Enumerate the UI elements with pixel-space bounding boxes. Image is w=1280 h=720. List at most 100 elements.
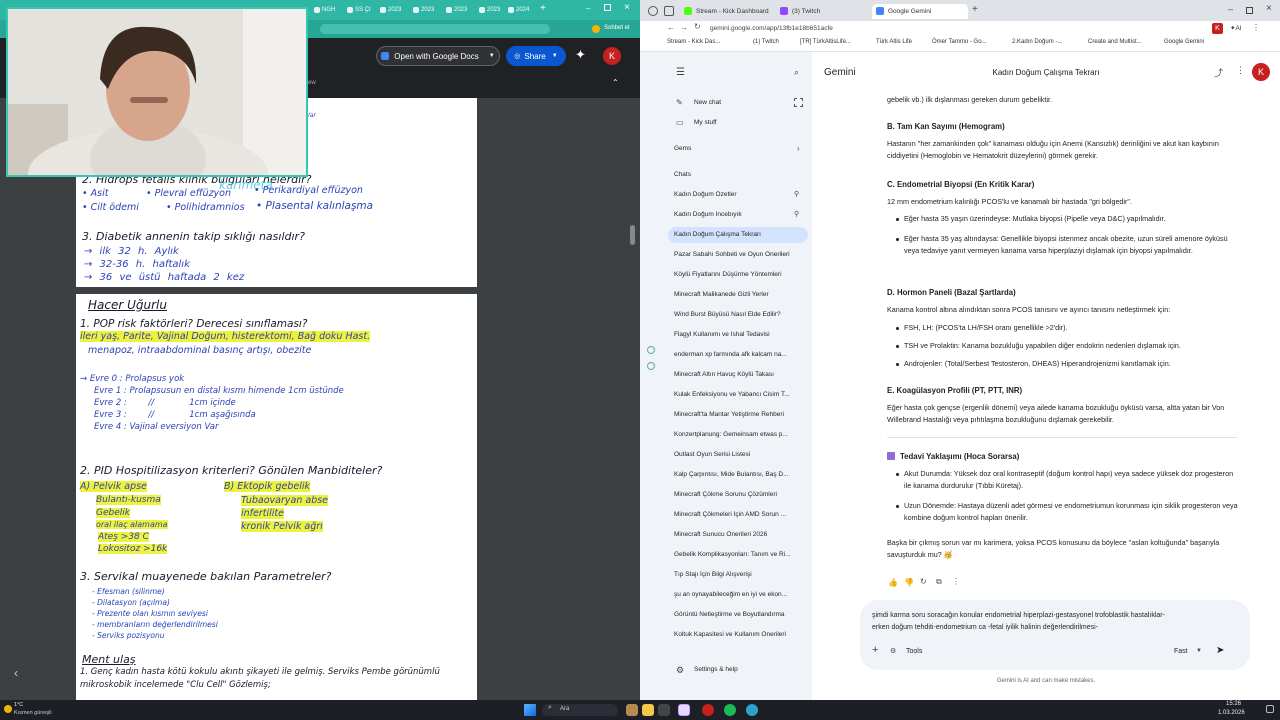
bookmark[interactable]: Google Gemini (1164, 39, 1204, 45)
taskbar-search[interactable] (542, 704, 618, 716)
chat-item[interactable]: Kulak Enfeksiyonu ve Yabancı Cisim T... (674, 391, 802, 398)
chat-item[interactable]: Minecraft'ta Mantar Yetiştirme Rehberi (674, 411, 802, 418)
new-chat-button[interactable]: New chat (694, 99, 824, 106)
my-stuff-link[interactable]: My stuff (694, 119, 824, 126)
spotify-icon[interactable] (724, 704, 736, 716)
weather-icon[interactable] (4, 705, 12, 713)
prompt-box[interactable]: şimdi karma soru soracağın konular endom… (860, 600, 1250, 670)
mode-chevron-icon[interactable]: ▼ (1196, 648, 1202, 654)
chat-icon[interactable] (592, 25, 600, 33)
tools-icon[interactable]: ⚙ (890, 647, 896, 655)
chat-item[interactable]: enderman xp farmında afk kalcam na... (674, 351, 802, 358)
profile-avatar[interactable]: K (1212, 23, 1223, 34)
left-tab-6[interactable]: 2023 (477, 3, 500, 18)
chat-item[interactable]: Minecraft Çökmeleri İçin AMD Sorun ... (674, 511, 802, 518)
maximize-icon[interactable] (604, 4, 611, 11)
chat-item[interactable]: Kalp Çarpıntısı, Mide Bulantısı, Baş D..… (674, 471, 802, 478)
maximize-icon[interactable] (1246, 7, 1253, 14)
left-tab-1[interactable]: NGH (312, 3, 335, 18)
send-icon[interactable]: ➤ (1216, 645, 1224, 656)
ai-button[interactable]: ✦AI (1230, 24, 1242, 32)
left-tab-5[interactable]: 2023 (444, 3, 467, 18)
chat-item[interactable]: Flagyl Kullanımı ve İshal Tedavisi (674, 331, 802, 338)
minimize-icon[interactable]: – (1228, 4, 1233, 14)
forward-icon[interactable]: → (680, 23, 688, 32)
close-icon[interactable]: × (624, 2, 630, 13)
chat-item[interactable]: Minecraft Çökme Sorunu Çözümleri (674, 491, 802, 498)
pin-icon[interactable]: ⚲ (794, 210, 799, 218)
collapse-chevron-icon[interactable]: ⌃ (612, 78, 619, 87)
avatar[interactable]: K (1252, 63, 1270, 81)
clock-time[interactable]: 15:26 (1226, 701, 1241, 707)
chat-item[interactable]: Kadın Doğum İncebıyık (674, 211, 792, 218)
settings-help-link[interactable]: Settings & help (694, 666, 824, 673)
gems-chevron-icon[interactable]: › (797, 144, 800, 153)
browser-profile-icon[interactable] (648, 6, 658, 16)
chat-item[interactable]: Konzertplanung: Gemeinsam etwas p... (674, 431, 802, 438)
start-icon[interactable] (524, 704, 536, 716)
left-tab-2[interactable]: SS ÇI (345, 3, 371, 18)
left-tab-7[interactable]: 2024 (506, 3, 529, 18)
reload-icon[interactable]: ↻ (694, 22, 701, 31)
url-field[interactable]: gemini.google.com/app/13fb1e18b651acfe (710, 25, 833, 32)
bookmark[interactable]: Ömer Tammo - Go... (932, 39, 987, 45)
chat-item[interactable]: Köylü Fiyatlarını Düşürme Yöntemleri (674, 271, 802, 278)
back-icon[interactable]: ← (667, 23, 675, 32)
copy-icon[interactable]: ⧉ (936, 577, 942, 587)
chat-item[interactable]: Gebelik Komplikasyonları: Tanım ve Ri... (674, 551, 802, 558)
tab-kick-dashboard[interactable]: Stream - Kick Dashboard (680, 4, 770, 19)
more-options-icon[interactable]: ⋮ (1236, 65, 1245, 76)
thumbs-down-icon[interactable]: 👎 (904, 578, 914, 587)
clock-date[interactable]: 1.03.2026 (1218, 710, 1245, 716)
chat-item[interactable]: Outlast Oyun Serisi Listesi (674, 451, 802, 458)
close-icon[interactable]: × (1266, 3, 1272, 14)
bookmark[interactable]: Create and Multist... (1088, 39, 1142, 45)
left-url-field[interactable] (320, 24, 550, 34)
widget-icon[interactable] (626, 704, 638, 716)
rail-history-icon[interactable] (647, 362, 655, 370)
left-tab-4[interactable]: 2023 (411, 3, 434, 18)
chat-item[interactable]: Kadın Doğum Özetler (674, 191, 792, 198)
app-icon[interactable] (658, 704, 670, 716)
mode-selector[interactable]: Fast (1174, 648, 1188, 655)
avatar[interactable]: K (603, 47, 621, 65)
menu-icon[interactable]: ☰ (676, 67, 685, 78)
pin-icon[interactable]: ⚲ (794, 190, 799, 198)
prev-page-icon[interactable]: ‹ (14, 666, 18, 680)
my-stuff-icon[interactable]: ▭ (676, 118, 684, 127)
more-icon[interactable]: ⋮ (952, 577, 960, 586)
chat-link[interactable]: Sohbet et (604, 25, 630, 31)
rail-add-icon[interactable] (647, 346, 655, 354)
prompt-input-line-2[interactable]: erken doğum tehditi-endometrium ca -feta… (872, 624, 1098, 631)
edge-icon[interactable] (746, 704, 758, 716)
tools-button[interactable]: Tools (906, 648, 922, 655)
open-with-docs-button[interactable]: Open with Google Docs ▼ (376, 46, 500, 66)
new-tab-icon[interactable]: + (972, 4, 978, 15)
thumbs-up-icon[interactable]: 👍 (888, 578, 898, 587)
add-attachment-icon[interactable]: + (872, 644, 878, 656)
minimize-icon[interactable]: – (586, 5, 590, 13)
chat-item[interactable]: şu an oynayabileceğim en iyi ve ekon... (674, 591, 802, 598)
menu-dots-icon[interactable]: ⋮ (1252, 23, 1260, 32)
bookmark[interactable]: (1) Twitch (753, 39, 779, 45)
bookmark[interactable]: Türk Altis Life (876, 39, 912, 45)
bookmark[interactable]: [TR] TürkAltisLife... (800, 39, 851, 45)
bookmark[interactable]: 2.Kadın Doğum -... (1012, 39, 1062, 45)
bookmark[interactable]: Stream - Kick Das... (667, 39, 720, 45)
regenerate-icon[interactable]: ↻ (920, 577, 927, 586)
share-icon[interactable]: ⤴ (1214, 66, 1223, 79)
new-chat-icon[interactable]: ✎ (676, 98, 683, 107)
browser-icon[interactable] (678, 704, 690, 716)
chat-item[interactable]: Wind Burst Büyüsü Nasıl Elde Edilir? (674, 311, 802, 318)
chat-item[interactable]: Minecraft Sunucu Önerileri 2026 (674, 531, 802, 538)
chat-item[interactable]: Kadın Doğum Çalışma Tekrarı (674, 231, 802, 238)
search-icon[interactable]: ⌕ (794, 67, 799, 78)
settings-icon[interactable]: ⚙ (676, 665, 684, 676)
tab-group-icon[interactable] (664, 6, 674, 16)
gems-link[interactable]: Gems (674, 145, 804, 152)
app-icon[interactable] (702, 704, 714, 716)
left-tab-3[interactable]: 2023 (378, 3, 401, 18)
tab-google-gemini[interactable]: Google Gemini (872, 4, 968, 19)
scrollbar-thumb[interactable] (630, 225, 635, 245)
prompt-input-line-1[interactable]: şimdi karma soru soracağın konular endom… (872, 612, 1165, 619)
